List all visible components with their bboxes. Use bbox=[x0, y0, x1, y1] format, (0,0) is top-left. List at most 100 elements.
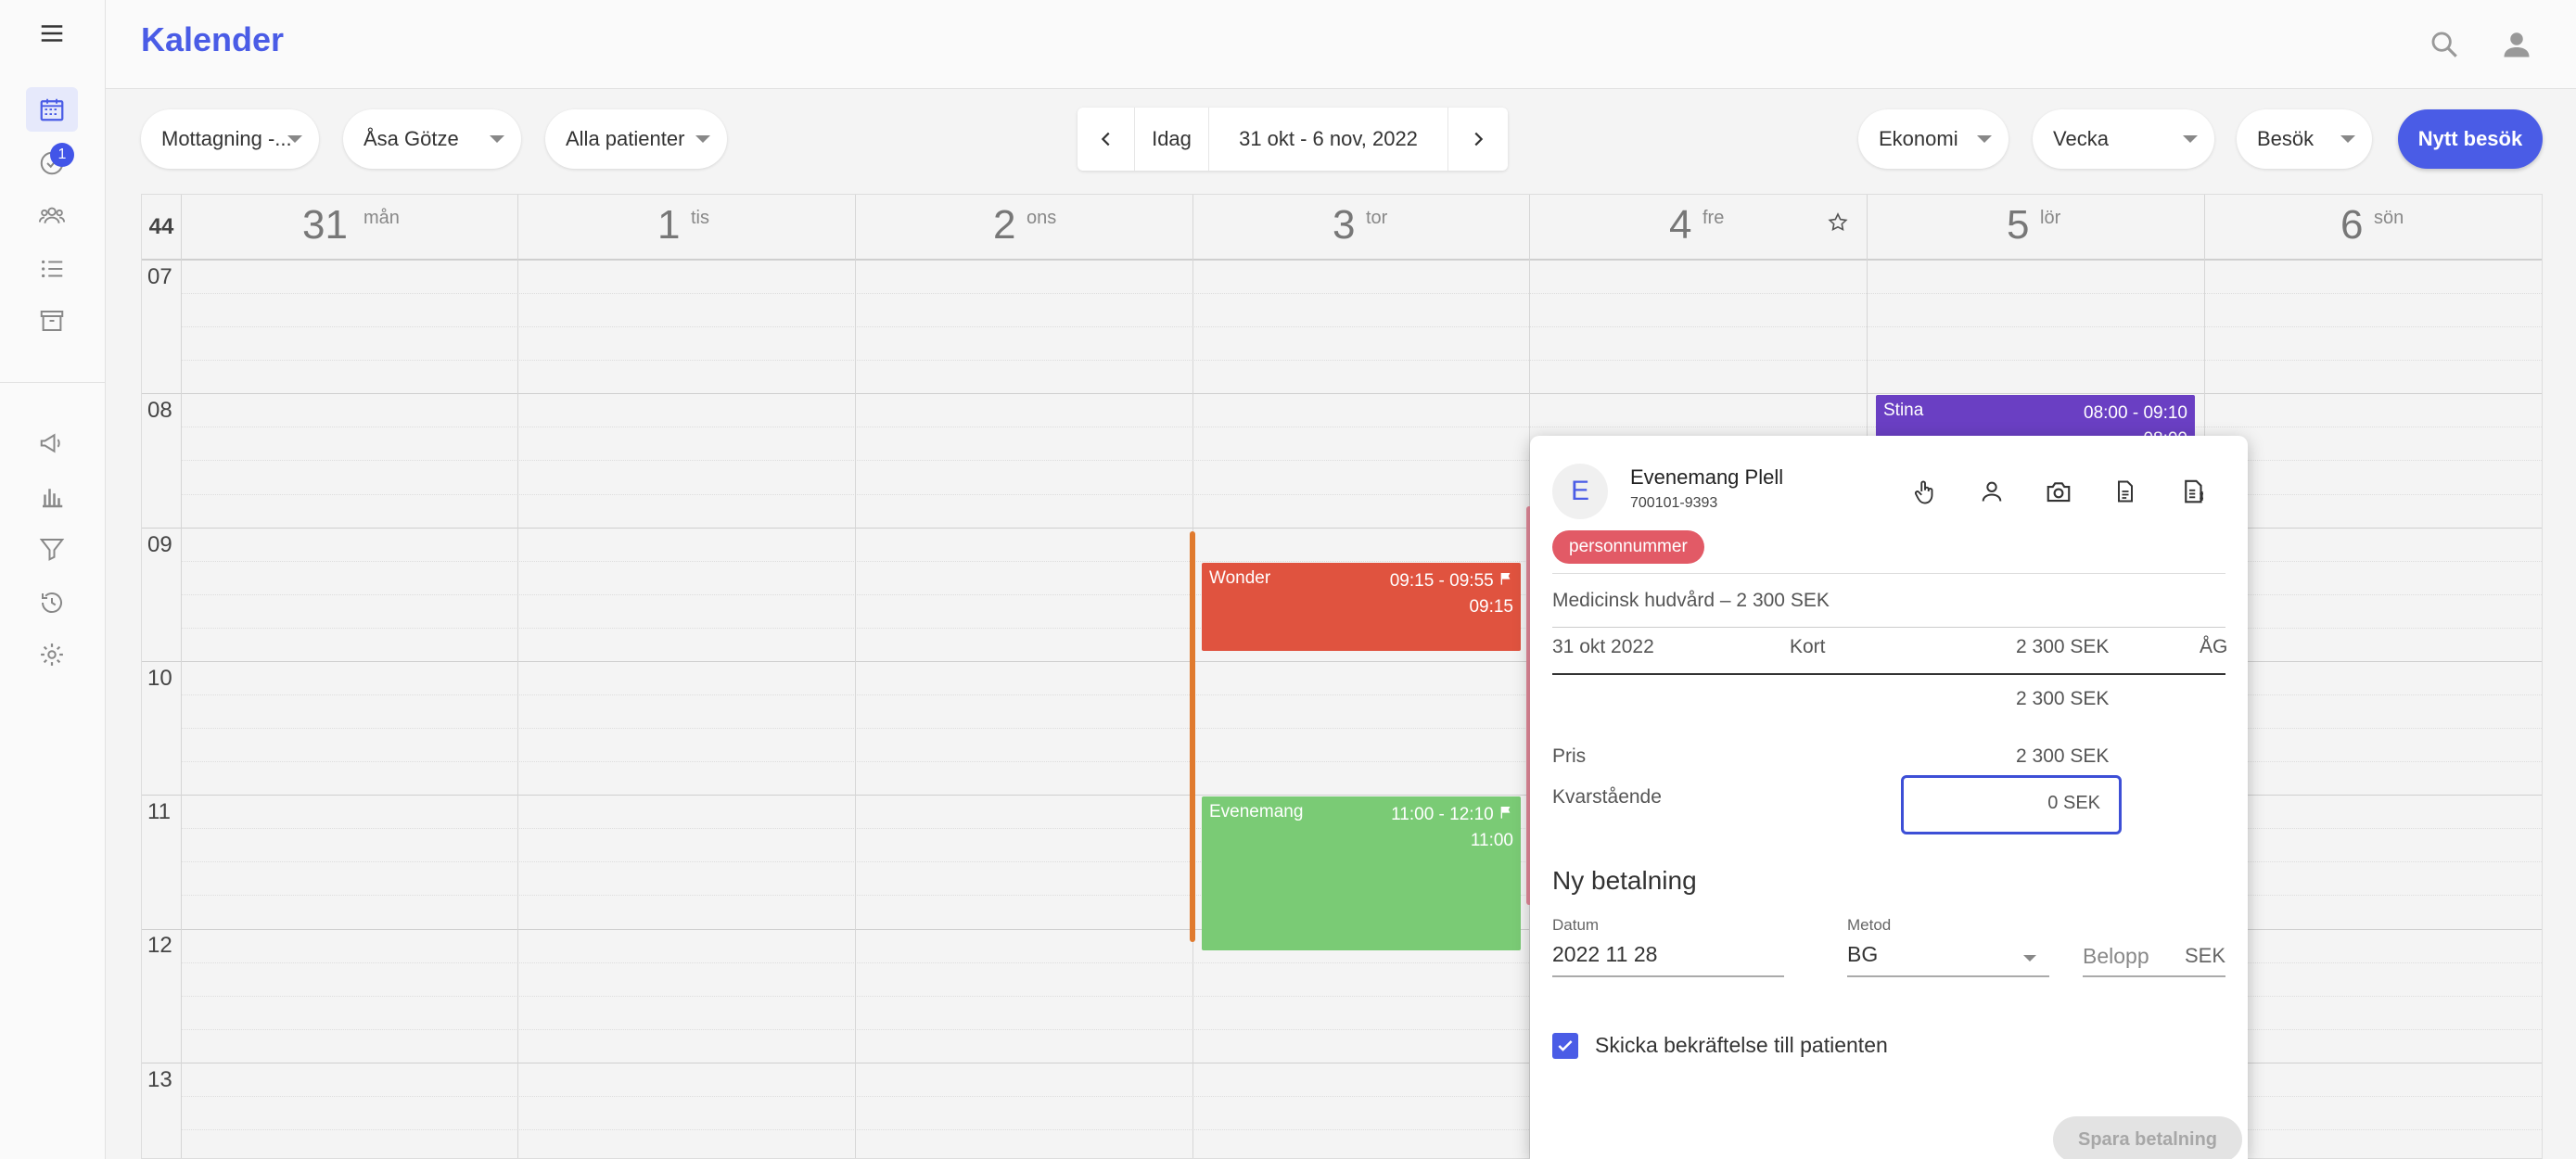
method-select[interactable]: BG bbox=[1847, 942, 1878, 967]
photo-button[interactable] bbox=[2040, 473, 2077, 510]
event-title: Wonder bbox=[1209, 568, 1271, 588]
date-range-button[interactable]: 31 okt - 6 nov, 2022 bbox=[1209, 108, 1448, 171]
chevron-down-icon bbox=[490, 135, 504, 143]
event-title: Stina bbox=[1883, 401, 1924, 420]
remaining-amount-field[interactable]: 0 SEK bbox=[1901, 775, 2122, 834]
search-button[interactable] bbox=[2424, 24, 2465, 65]
divider bbox=[1552, 627, 2225, 628]
day-header-fri[interactable]: 4 fre bbox=[1529, 195, 1867, 260]
week-number: 44 bbox=[148, 214, 174, 239]
previous-week-button[interactable] bbox=[1078, 108, 1135, 171]
sidebar-item-filter[interactable] bbox=[26, 527, 78, 571]
document-icon bbox=[2118, 480, 2133, 503]
event-wonder[interactable]: Wonder 09:15 - 09:55 09:15 bbox=[1202, 563, 1521, 651]
user-icon bbox=[2504, 32, 2530, 57]
new-visit-button[interactable]: Nytt besök bbox=[2398, 109, 2543, 169]
day-name: lör bbox=[2040, 208, 2061, 228]
day-header-mon[interactable]: 31 mån bbox=[181, 195, 517, 260]
date-field-underline bbox=[1552, 975, 1784, 977]
chevron-down-icon bbox=[2023, 955, 2036, 962]
filter-icon bbox=[39, 539, 65, 561]
flag-icon bbox=[1500, 807, 1511, 819]
sidebar-item-patients[interactable] bbox=[26, 193, 78, 237]
event-time: 11:00 - 12:10 11:00 bbox=[1391, 802, 1513, 854]
sidebar-item-calendar[interactable] bbox=[26, 87, 78, 132]
gear-icon bbox=[41, 643, 63, 666]
new-payment-title: Ny betalning bbox=[1552, 866, 1697, 895]
event-evenemang[interactable]: Evenemang 11:00 - 12:10 11:00 bbox=[1202, 796, 1521, 950]
day-header-thu[interactable]: 3 tor bbox=[1192, 195, 1529, 260]
chevron-left-icon bbox=[1101, 132, 1110, 146]
patient-profile-button[interactable] bbox=[1973, 473, 2010, 510]
day-header-wed[interactable]: 2 ons bbox=[855, 195, 1192, 260]
hour-label: 13 bbox=[147, 1067, 172, 1092]
payment-popup: E Evenemang Plell 700101-9393 personnumm… bbox=[1530, 436, 2248, 1159]
sidebar: 1 bbox=[0, 0, 106, 1159]
person-icon bbox=[1982, 481, 2002, 502]
today-button[interactable]: Idag bbox=[1135, 108, 1209, 171]
list-icon bbox=[42, 260, 63, 278]
view-select-value: Vecka bbox=[2053, 127, 2109, 150]
remaining-label: Kvarstående bbox=[1552, 786, 1662, 808]
chevron-down-icon bbox=[1977, 135, 1992, 143]
day-name: tor bbox=[1366, 208, 1388, 228]
patients-select-value: Alla patienter bbox=[566, 127, 685, 150]
availability-bar bbox=[1190, 531, 1195, 942]
quarter-line bbox=[181, 293, 2542, 295]
journal-button[interactable] bbox=[2107, 473, 2144, 510]
camera-icon bbox=[2047, 482, 2071, 503]
flag-icon bbox=[1500, 573, 1511, 585]
save-payment-button[interactable]: Spara betalning bbox=[2053, 1116, 2242, 1159]
hour-label: 10 bbox=[147, 666, 172, 691]
paid-total: 2 300 SEK bbox=[2016, 688, 2110, 709]
amount-field[interactable]: Belopp bbox=[2083, 944, 2149, 969]
day-name: mån bbox=[363, 208, 400, 228]
patients-select[interactable]: Alla patienter bbox=[545, 109, 727, 169]
checkin-button[interactable] bbox=[1906, 473, 1944, 510]
type-select[interactable]: Besök bbox=[2237, 109, 2372, 169]
day-number: 31 bbox=[302, 202, 348, 248]
search-icon bbox=[2431, 32, 2457, 57]
sidebar-item-statistics[interactable] bbox=[26, 475, 78, 519]
clinic-select[interactable]: Mottagning -... bbox=[141, 109, 319, 169]
account-button[interactable] bbox=[2496, 24, 2537, 65]
day-name: sön bbox=[2374, 208, 2404, 228]
practitioner-select-value: Åsa Götze bbox=[363, 127, 459, 150]
receipt-icon bbox=[2185, 479, 2203, 503]
megaphone-icon bbox=[40, 433, 60, 453]
chevron-down-icon bbox=[2340, 135, 2355, 143]
practitioner-select[interactable]: Åsa Götze bbox=[343, 109, 521, 169]
event-time-range: 11:00 - 12:10 bbox=[1391, 805, 1494, 824]
view-select[interactable]: Vecka bbox=[2033, 109, 2214, 169]
day-number: 2 bbox=[993, 202, 1016, 248]
event-start: 09:15 bbox=[1469, 597, 1513, 617]
sidebar-item-settings[interactable] bbox=[26, 632, 78, 677]
date-field[interactable]: 2022 11 28 bbox=[1552, 942, 1657, 967]
page-title: Kalender bbox=[141, 20, 285, 58]
sidebar-item-tasks[interactable]: 1 bbox=[26, 141, 78, 185]
invoice-button[interactable] bbox=[2175, 473, 2213, 510]
sidebar-item-history[interactable] bbox=[26, 580, 78, 625]
price-label: Pris bbox=[1552, 745, 1587, 767]
hour-label: 08 bbox=[147, 398, 172, 423]
hour-line bbox=[142, 260, 2542, 261]
method-label: Metod bbox=[1847, 916, 1892, 934]
send-confirmation-checkbox[interactable] bbox=[1552, 1033, 1578, 1059]
sidebar-item-marketing[interactable] bbox=[26, 421, 78, 465]
next-week-button[interactable] bbox=[1448, 108, 1508, 171]
group-icon bbox=[38, 207, 66, 223]
divider bbox=[1552, 673, 2225, 675]
star-icon[interactable] bbox=[1827, 211, 1849, 234]
chevron-right-icon bbox=[1474, 132, 1484, 146]
day-header-sun[interactable]: 6 sön bbox=[2204, 195, 2542, 260]
economy-select[interactable]: Ekonomi bbox=[1858, 109, 2009, 169]
event-time-range: 08:00 - 09:10 bbox=[2084, 403, 2187, 423]
send-confirmation-label: Skicka bekräftelse till patienten bbox=[1595, 1033, 1888, 1057]
sidebar-item-list[interactable] bbox=[26, 247, 78, 291]
sidebar-item-archive[interactable] bbox=[26, 299, 78, 343]
menu-button[interactable] bbox=[26, 11, 78, 56]
day-header-tue[interactable]: 1 tis bbox=[517, 195, 855, 260]
day-name: ons bbox=[1027, 208, 1057, 228]
day-header-sat[interactable]: 5 lör bbox=[1867, 195, 2204, 260]
day-number: 1 bbox=[657, 202, 681, 248]
